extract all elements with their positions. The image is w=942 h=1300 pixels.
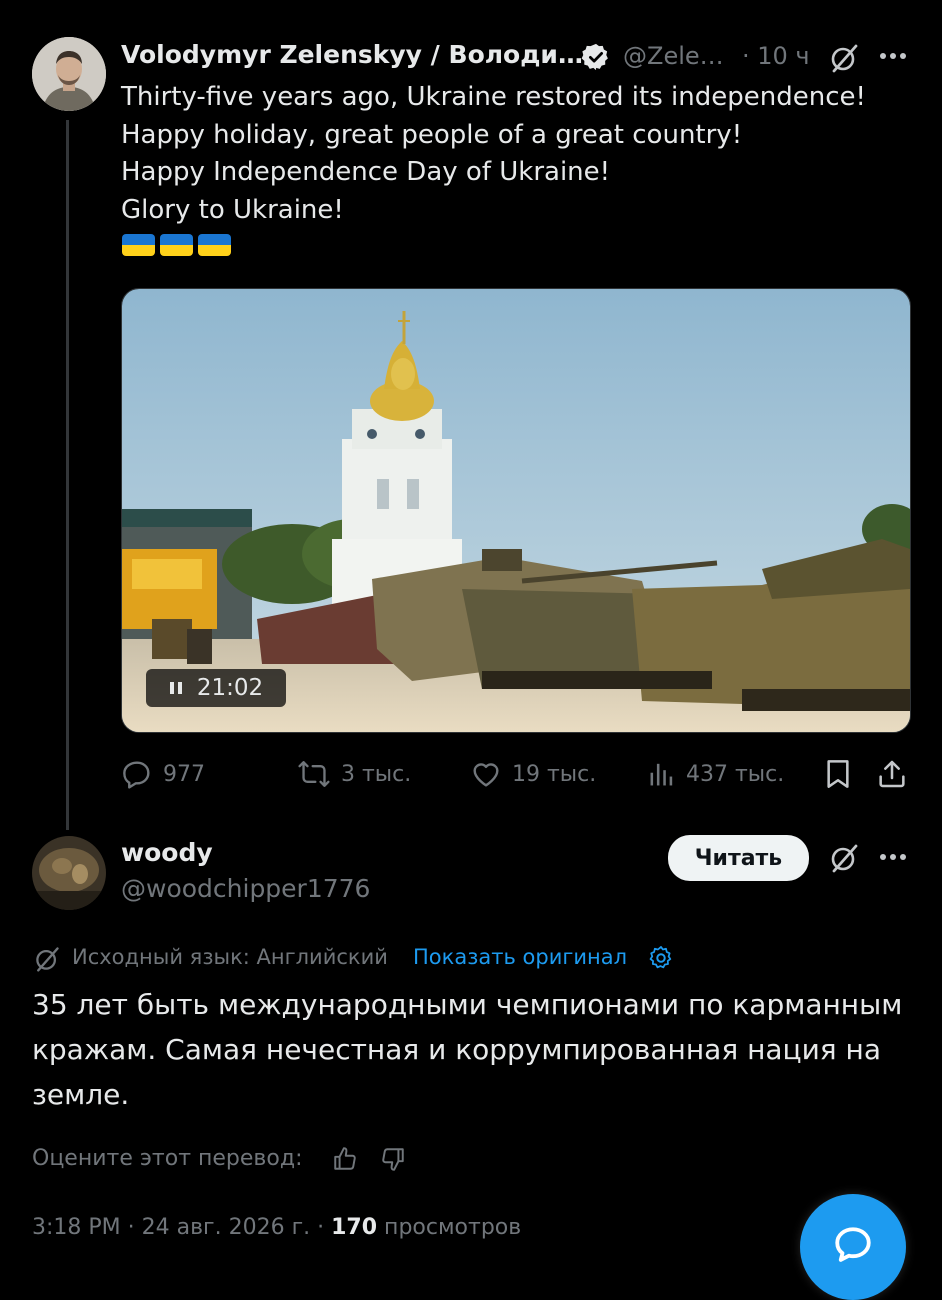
reply-author-handle[interactable]: @woodchipper1776 xyxy=(121,874,370,903)
tweet-line: Glory to Ukraine! xyxy=(121,194,344,225)
bookmark-icon[interactable] xyxy=(823,758,853,790)
author-name[interactable]: Volodymyr Zelenskyy / Володи… xyxy=(121,40,583,69)
flag-emojis xyxy=(122,234,236,256)
settings-gear-icon[interactable] xyxy=(647,944,675,972)
like-icon xyxy=(473,763,499,787)
grok-icon[interactable] xyxy=(828,842,860,874)
views-icon xyxy=(650,763,673,786)
follow-button[interactable]: Читать xyxy=(668,835,809,881)
avatar-image xyxy=(32,37,106,111)
ukraine-flag-icon xyxy=(122,234,155,256)
reply-avatar-image xyxy=(32,836,106,910)
post-metadata: 3:18 PM · 24 авг. 2026 г. · 170 просмотр… xyxy=(32,1215,521,1240)
views-count: 170 xyxy=(331,1215,378,1240)
grok-icon[interactable] xyxy=(828,42,860,74)
share-icon[interactable] xyxy=(876,758,908,790)
reply-count: 977 xyxy=(163,761,205,787)
video-frame xyxy=(122,289,910,732)
video-duration-badge: 21:02 xyxy=(146,669,286,707)
video-duration: 21:02 xyxy=(196,675,264,701)
views-label: просмотров xyxy=(377,1215,522,1240)
reply-author-name[interactable]: woody xyxy=(121,838,213,867)
compose-message-button[interactable] xyxy=(800,1194,906,1300)
tweet-text: Thirty-five years ago, Ukraine restored … xyxy=(121,79,911,229)
view-count: 437 тыс. xyxy=(686,761,785,787)
ukraine-flag-icon xyxy=(160,234,193,256)
ukraine-flag-icon xyxy=(198,234,231,256)
tweet-line: Happy Independence Day of Ukraine! xyxy=(121,157,611,187)
video-player[interactable]: 21:02 xyxy=(121,288,911,733)
reply-icon xyxy=(123,761,150,789)
tweet-line: Happy holiday, great people of a great c… xyxy=(121,119,743,150)
verified-badge-icon xyxy=(581,43,608,71)
tweet-line: Thirty-five years ago, Ukraine restored … xyxy=(121,82,866,112)
pause-icon[interactable] xyxy=(169,680,183,696)
thumbs-down-icon[interactable] xyxy=(380,1146,406,1172)
thread-connector-line xyxy=(66,120,69,830)
more-icon[interactable] xyxy=(878,851,908,863)
rate-translation-label: Оцените этот перевод: xyxy=(32,1146,303,1171)
show-original-link[interactable]: Показать оригинал xyxy=(413,945,627,969)
translation-note: Исходный язык: Английский xyxy=(72,945,388,969)
views-button[interactable]: 437 тыс. xyxy=(648,758,784,790)
reply-avatar[interactable] xyxy=(32,836,106,910)
author-handle[interactable]: @Zele… xyxy=(623,42,724,70)
translation-grok-icon xyxy=(36,947,59,972)
reply-button[interactable]: 977 xyxy=(121,758,205,790)
like-count: 19 тыс. xyxy=(512,761,597,787)
thumbs-up-icon[interactable] xyxy=(332,1146,358,1172)
repost-icon xyxy=(298,761,330,787)
reply-text: 35 лет быть международными чемпионами по… xyxy=(32,988,903,1111)
message-icon xyxy=(835,1227,871,1262)
more-icon[interactable] xyxy=(878,50,908,62)
post-timestamp[interactable]: 3:18 PM · 24 авг. 2026 г. · xyxy=(32,1215,331,1240)
avatar[interactable] xyxy=(32,37,106,111)
repost-count: 3 тыс. xyxy=(341,761,412,787)
repost-button[interactable]: 3 тыс. xyxy=(297,758,411,790)
post-time[interactable]: · 10 ч xyxy=(742,42,810,70)
like-button[interactable]: 19 тыс. xyxy=(470,758,596,790)
